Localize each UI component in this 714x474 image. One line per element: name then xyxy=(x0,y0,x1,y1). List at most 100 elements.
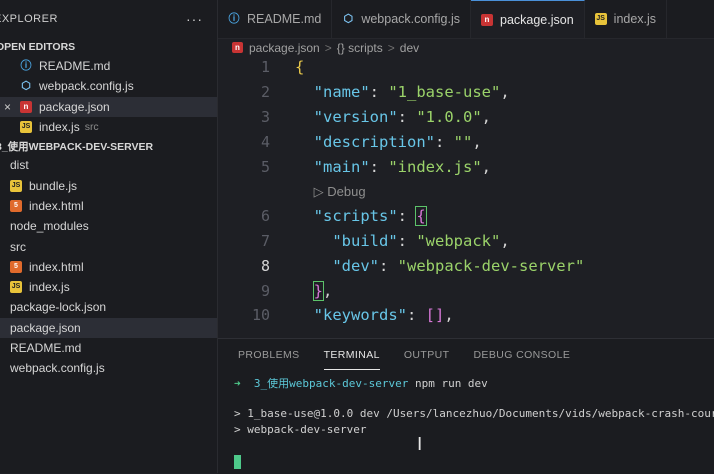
line-number: 6 xyxy=(260,207,270,226)
open-editor-path: src xyxy=(84,121,99,134)
js-icon: JS xyxy=(10,281,22,294)
html-icon: 5 xyxy=(10,260,22,273)
tree-item-label: index.js xyxy=(29,280,70,295)
terminal-cursor xyxy=(234,455,241,469)
code-line[interactable]: 9 }, xyxy=(218,278,714,303)
tree-item[interactable]: JS bundle.js xyxy=(0,175,217,195)
editor-tab-label: package.json xyxy=(500,12,574,27)
bottom-panel: PROBLEMS TERMINAL OUTPUT DEBUG CONSOLE ➜ 3_… xyxy=(218,338,714,474)
npm-icon: n xyxy=(20,100,32,113)
terminal-blank xyxy=(234,391,714,407)
tree-item-label: src xyxy=(10,239,26,254)
open-editor-item[interactable]: ⬡ webpack.config.js xyxy=(0,76,217,96)
terminal-blank xyxy=(234,439,714,455)
panel-tab[interactable]: OUTPUT xyxy=(404,341,450,369)
tree-item[interactable]: 5 index.html xyxy=(0,257,217,277)
code-line[interactable]: 4 "description": "", xyxy=(218,129,714,154)
json-value: "1.0.0" xyxy=(416,107,482,126)
project-folder-header[interactable]: 3_使用WEBPACK-DEV-SERVER xyxy=(0,137,217,155)
json-key: "name" xyxy=(313,83,370,102)
js-icon: JS xyxy=(10,179,22,192)
breadcrumb-separator: > xyxy=(324,40,332,55)
prompt-command: npm run dev xyxy=(414,377,488,390)
prompt-arrow-icon: ➜ xyxy=(234,377,241,390)
tree-item[interactable]: 5 index.html xyxy=(0,196,217,216)
panel-tab[interactable]: TERMINAL xyxy=(323,341,380,370)
tree-item-label: webpack.config.js xyxy=(10,361,105,376)
markdown-icon: ⓘ xyxy=(20,60,32,73)
line-number: 2 xyxy=(260,83,270,102)
tree-item-label: index.html xyxy=(29,198,84,213)
prompt-directory: 3_使用webpack-dev-server xyxy=(253,377,409,390)
line-number: 9 xyxy=(260,281,270,300)
editor-tab-label: webpack.config.js xyxy=(361,12,460,26)
code-line[interactable]: 1 { xyxy=(218,55,714,80)
tree-item[interactable]: webpack.config.js xyxy=(0,358,217,378)
js-icon: JS xyxy=(594,13,607,25)
brace-close: } xyxy=(312,280,325,301)
line-number: 3 xyxy=(260,107,270,126)
open-editor-item[interactable]: JS index.js src xyxy=(0,117,217,137)
code-line[interactable]: 3 "version": "1.0.0", xyxy=(218,105,714,130)
editor-tab-bar: ⓘ README.md ⬡ webpack.config.js n package.jso… xyxy=(218,0,714,39)
webpack-icon: ⬡ xyxy=(21,80,31,93)
tree-item[interactable]: src xyxy=(0,236,217,256)
webpack-icon: ⬡ xyxy=(343,13,354,25)
breadcrumb-file[interactable]: package.json xyxy=(249,41,320,55)
code-line[interactable]: 2 "name": "1_base-use", xyxy=(218,80,714,105)
editor-tab[interactable]: ⬡ webpack.config.js xyxy=(332,0,471,38)
npm-icon: n xyxy=(232,42,243,53)
editor-tab[interactable]: ⓘ README.md xyxy=(218,0,333,38)
terminal-input-line[interactable] xyxy=(234,455,714,471)
terminal-prompt-line: ➜ 3_使用webpack-dev-server npm run dev xyxy=(234,375,714,391)
open-editors-header[interactable]: OPEN EDITORS xyxy=(0,38,217,56)
terminal-output[interactable]: ➜ 3_使用webpack-dev-server npm run dev > 1… xyxy=(218,375,714,471)
code-line[interactable]: 7 "build": "webpack", xyxy=(218,229,714,254)
line-number: 5 xyxy=(260,157,270,176)
editor-tab[interactable]: JS index.js xyxy=(585,0,668,38)
tree-item[interactable]: node_modules xyxy=(0,216,217,236)
open-editor-label: README.md xyxy=(39,59,111,74)
explorer-header: EXPLORER ··· xyxy=(0,0,217,38)
open-editor-label: index.js xyxy=(39,120,80,135)
tree-item-label: package.json xyxy=(10,320,81,335)
brace-open: { xyxy=(295,58,305,77)
json-key: "description" xyxy=(313,132,435,151)
open-editor-item[interactable]: × n package.json xyxy=(0,96,217,117)
code-line[interactable]: 6 "scripts": { xyxy=(218,204,714,229)
tree-item[interactable]: package.json xyxy=(0,317,217,338)
project-file-tree: dist JS bundle.js 5 index.html node_modules sr… xyxy=(0,155,217,378)
brace-open: { xyxy=(415,206,427,227)
terminal-output-line: > webpack-dev-server xyxy=(234,423,367,436)
json-key: "build" xyxy=(332,231,398,250)
debug-codelens[interactable]: ▷ Debug xyxy=(314,184,366,199)
json-key: "dev" xyxy=(332,256,379,275)
code-line[interactable]: 5 "main": "index.js", xyxy=(218,154,714,179)
panel-tab[interactable]: PROBLEMS xyxy=(238,341,300,369)
breadcrumb: n package.json > {} scripts > dev xyxy=(218,39,714,56)
open-editor-item[interactable]: ⓘ README.md xyxy=(0,56,217,76)
line-number: 4 xyxy=(260,132,270,151)
tree-item[interactable]: JS index.js xyxy=(0,277,217,297)
tree-item-label: README.md xyxy=(10,341,82,355)
terminal-output-line: > 1_base-use@1.0.0 dev /Users/lancezhuo/… xyxy=(234,407,714,420)
code-line-current[interactable]: 8 "dev": "webpack-dev-server" xyxy=(218,253,714,278)
tree-item[interactable]: README.md xyxy=(0,338,217,358)
json-value: "index.js" xyxy=(388,157,482,176)
tree-item-label: dist xyxy=(10,158,29,173)
info-icon: ⓘ xyxy=(228,13,240,25)
panel-tab[interactable]: DEBUG CONSOLE xyxy=(473,341,570,369)
line-number: 7 xyxy=(260,231,270,250)
close-icon[interactable]: × xyxy=(4,100,11,114)
text-cursor-icon: I xyxy=(417,434,423,455)
tree-item[interactable]: dist xyxy=(0,155,217,175)
breadcrumb-scope[interactable]: {} scripts xyxy=(337,41,383,55)
npm-icon: n xyxy=(481,13,493,26)
editor-tab[interactable]: n package.json xyxy=(471,0,585,38)
more-actions-icon[interactable]: ··· xyxy=(186,11,203,27)
line-number: 10 xyxy=(251,306,270,325)
code-line[interactable]: 10 "keywords": [], xyxy=(218,303,714,328)
code-editor[interactable]: 1 { 2 "name": "1_base-use", 3 "version":… xyxy=(218,55,714,338)
tree-item[interactable]: package-lock.json xyxy=(0,297,217,317)
breadcrumb-prop[interactable]: dev xyxy=(400,41,419,55)
